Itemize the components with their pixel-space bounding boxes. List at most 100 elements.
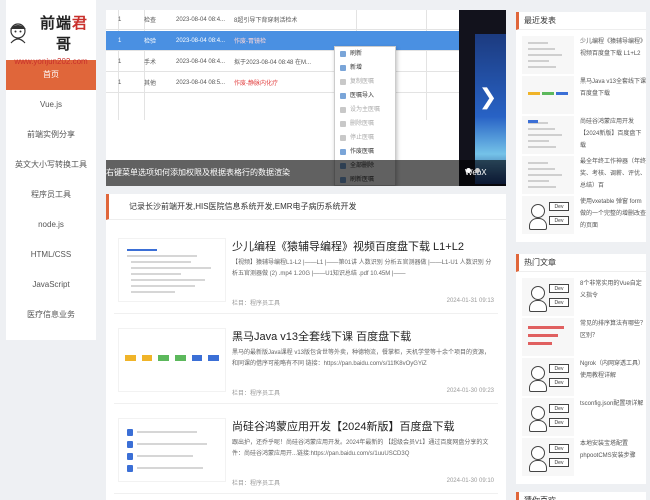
sidebar-post-title[interactable]: 黑马Java v13全套线下课 百度盘下载 [580,76,646,114]
article-thumbnail[interactable] [118,418,226,482]
context-menu-item: 新增 [335,61,395,75]
hot-posts-heading: 热门文章 [516,254,646,272]
context-menu-item: 刷新 [335,47,395,61]
nav-item[interactable]: 程序员工具 [6,180,96,210]
sidebar-post-title[interactable]: 常见的排序算法有哪些？区别？ [580,318,646,356]
carousel-dot[interactable] [475,168,480,173]
article-category[interactable]: 栏目：程序员工具 [232,298,280,307]
sidebar-post-title[interactable]: 尚硅谷鸿蒙应用开发【2024新版】百度盘下载 [580,116,646,154]
sidebar-post-title[interactable]: 使用vxetable 弹窗 form 做的一个完整的增删改查的页面 [580,196,646,234]
sidebar-post-item[interactable]: Dev Dev Ngrok（内网穿透工具）使用教程详解 [522,358,644,402]
context-menu-item: 医嘱导入 [335,89,395,103]
article-category[interactable]: 栏目：程序员工具 [232,388,280,397]
carousel-next-arrow-icon[interactable]: ❯ [478,82,498,112]
recent-posts-panel: 最近发表 少儿编程《猿辅导编程》视频百度盘下载 L1+L2 黑马Java v13全… [516,12,646,242]
order-cell-text: 拟于2023-08-04 08:48 在M... [234,60,312,66]
article-date: 2024-01-31 09:13 [446,298,494,304]
sidebar-post-item[interactable]: Dev Dev 本地安装宝塔配置phpootCMS安装步骤 [522,438,644,482]
order-cell-no: 1 [118,37,122,44]
order-table-row: 1 检验 2023-08-04 08:4... 作废-胃镜检 [106,31,459,51]
nav-item[interactable]: 医疗信息业务 [6,300,96,330]
article-item[interactable]: 尚硅谷鸿蒙应用开发【2024新版】百度盘下载 跟出护，还乔乎呢！尚硅谷鸿蒙应用开… [114,404,498,494]
context-menu-item: 停止医嘱 [335,131,395,145]
nav-item[interactable]: node.js [6,210,96,240]
sidebar-post-item[interactable]: 尚硅谷鸿蒙应用开发【2024新版】百度盘下载 [522,116,644,160]
order-table-row: 1 其他 2023-08-04 08:5... 作废-静脉内化疗 [106,73,459,93]
sidebar-thumbnail[interactable]: Dev Dev [522,358,574,396]
context-menu-item: 复制医嘱 [335,75,395,89]
article-item[interactable]: 黑马Java v13全套线下课 百度盘下载 黑马的最新版Java课程 v13版包… [114,314,498,404]
article-date: 2024-01-30 09:23 [446,388,494,394]
context-menu-item: 作废医嘱 [335,145,395,159]
sidebar-post-item[interactable]: 最全年终工作神器（年终奖、考核、调薪、评优、总结）百 [522,156,646,200]
carousel[interactable]: 1 检查 2023-08-04 08:4... 8超引导下背穿刺活检术 1 检验 2023-… [106,10,506,186]
logo-title: 前端君哥 [39,15,88,53]
order-table-row: 1 手术 2023-08-04 08:4... 拟于2023-08-04 08:48 … [106,52,459,72]
article-summary: 跟出护，还乔乎呢！尚硅谷鸿蒙应用开发。2024年最新的 【超级会员V1】通过百度… [232,440,489,457]
article-title[interactable]: 黑马Java v13全套线下课 百度盘下载 [232,328,496,344]
nav-list: 首页 Vue.js 前端实例分享 英文大小写转换工具 程序员工具 node.js HTML/… [6,60,96,330]
order-cell-type: 其他 [144,81,157,87]
sidebar-thumbnail[interactable] [522,156,574,194]
sidebar-thumbnail[interactable]: Dev Dev [522,438,574,476]
article-item[interactable]: 少儿编程《猿辅导编程》视频百度盘下载 L1+L2 【视频】猿辅导编程L1-L2 … [114,224,498,314]
sidebar-thumbnail[interactable]: Dev Dev [522,196,574,234]
article-category[interactable]: 栏目：程序员工具 [232,478,280,487]
article-summary: 【视频】猿辅导编程L1-L2 |——L1 |——第01讲 人数识别 分析五官测器… [232,260,492,277]
context-menu-item: 删除医嘱 [335,117,395,131]
sidebar-post-title[interactable]: Ngrok（内网穿透工具）使用教程详解 [580,358,646,396]
sidebar-post-title[interactable]: 最全年终工作神器（年终奖、考核、调薪、评优、总结）百 [580,156,646,194]
article-thumbnail[interactable] [118,328,226,392]
sidebar-post-title[interactable]: 少儿编程《猿辅导编程》视频百度盘下载 L1+L2 [580,36,646,74]
sidebar-thumbnail[interactable] [522,36,574,74]
sidebar-post-item[interactable]: 少儿编程《猿辅导编程》视频百度盘下载 L1+L2 [522,36,646,80]
order-cell-time: 2023-08-04 08:4... [176,16,226,23]
guess-you-like-heading: 猜你喜欢 [516,492,646,500]
order-cell-no: 1 [118,58,122,65]
order-cell-type: 检验 [144,39,157,45]
next-slide-caption: WebX [459,160,506,186]
site-logo[interactable]: 前端君哥 www.yonjun202.com [6,0,96,66]
article-thumbnail[interactable] [118,238,226,302]
sidebar-post-item[interactable]: Dev Dev 8个非常实用的Vue自定义指令 [522,278,644,322]
nav-item[interactable]: Vue.js [6,90,96,120]
carousel-slide-image[interactable]: 1 检查 2023-08-04 08:4... 8超引导下背穿刺活检术 1 检验 2023-… [106,10,459,186]
recent-posts-heading: 最近发表 [516,12,646,30]
sidebar-thumbnail[interactable] [522,76,574,114]
sidebar-thumbnail[interactable] [522,116,574,154]
context-menu-item: 设为主医嘱 [335,103,395,117]
carousel-dots [466,168,480,173]
nav-item[interactable]: 前端实例分享 [6,120,96,150]
carousel-dot[interactable] [466,168,471,173]
nav-item[interactable]: HTML/CSS [6,240,96,270]
order-cell-type: 手术 [144,60,157,66]
slide-caption[interactable]: 右键菜单选项如何添加权限及根据表格行的数据渲染 [106,160,459,186]
nav-item[interactable]: 英文大小写转换工具 [6,150,96,180]
hot-posts-panel: 热门文章 Dev Dev 8个非常实用的Vue自定义指令 常见的排序算法有哪些？区别？… [516,254,646,484]
order-cell-text: 作废-静脉内化疗 [234,81,278,87]
sidebar-post-item[interactable]: 常见的排序算法有哪些？区别？ [522,318,646,362]
article-summary: 黑马的最新版Java课程 v13版包含世等外卖，种德物流，餐掌柜，天机学堂等十余… [232,350,491,367]
sidebar-thumbnail[interactable]: Dev Dev [522,398,574,436]
sidebar-post-title[interactable]: 本地安装宝塔配置phpootCMS安装步骤 [580,438,646,476]
order-cell-time: 2023-08-04 08:4... [176,37,226,44]
article-title[interactable]: 尚硅谷鸿蒙应用开发【2024新版】百度盘下载 [232,418,496,434]
nav-item[interactable]: JavaScript [6,270,96,300]
order-cell-text: 作废-胃镜检 [234,39,266,45]
article-title[interactable]: 少儿编程《猿辅导编程》视频百度盘下载 L1+L2 [232,238,496,254]
order-cell-no: 1 [118,79,122,86]
site-announcement: 记录长沙前端开发,HIS医院信息系统开发,EMR电子病历系统开发 [106,194,506,220]
left-nav: 前端君哥 www.yonjun202.com 首页Vue.js前端实例分享英文大… [6,0,96,340]
sidebar-thumbnail[interactable]: Dev Dev [522,278,574,316]
sidebar-post-item[interactable]: Dev Dev 使用vxetable 弹窗 form 做的一个完整的增删改查的页面 [522,196,646,240]
article-list: 记录长沙前端开发,HIS医院信息系统开发,EMR电子病历系统开发 少儿编程《猿辅… [106,194,506,500]
sidebar-thumbnail[interactable] [522,318,574,356]
sidebar-post-item[interactable]: Dev Dev tsconfig.json配置项详解 [522,398,644,442]
order-table-row: 1 检查 2023-08-04 08:4... 8超引导下背穿刺活检术 [106,10,459,30]
sidebar-post-title[interactable]: 8个非常实用的Vue自定义指令 [580,278,646,316]
order-cell-time: 2023-08-04 08:5... [176,79,226,86]
sidebar-post-item[interactable]: 黑马Java v13全套线下课 百度盘下载 [522,76,646,120]
order-cell-no: 1 [118,16,122,23]
article-date: 2024-01-30 09:10 [446,478,494,484]
sidebar-post-title[interactable]: tsconfig.json配置项详解 [580,398,646,436]
